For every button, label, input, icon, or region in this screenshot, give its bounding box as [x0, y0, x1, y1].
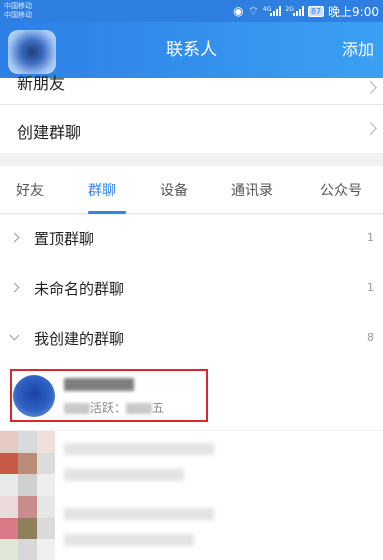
- group-section-created-by-me[interactable]: 我创建的群聊 8: [0, 315, 383, 363]
- wifi-icon: ⌔: [247, 3, 259, 18]
- tab-group-chats[interactable]: 群聊: [88, 180, 116, 200]
- carrier-label: 中国移动: [4, 2, 32, 10]
- redacted-text: [64, 508, 214, 520]
- group-sections: 置顶群聊 1 未命名的群聊 1 我创建的群聊 8: [0, 215, 383, 370]
- create-group-chat-label: 创建群聊: [17, 123, 82, 142]
- tab-friends[interactable]: 好友: [16, 180, 44, 200]
- group-section-label: 置顶群聊: [34, 230, 95, 248]
- tab-official-accounts[interactable]: 公众号: [320, 180, 362, 200]
- redacted-text: [64, 534, 194, 546]
- carrier-label-2: 中国移动: [4, 11, 32, 19]
- list-item[interactable]: [0, 431, 383, 496]
- tab-address-book[interactable]: 通讯录: [231, 180, 273, 200]
- new-friends-item[interactable]: 新朋友: [0, 74, 383, 104]
- redacted-text: [64, 443, 214, 455]
- group-count: 8: [367, 331, 374, 344]
- chevron-right-icon: [9, 232, 20, 243]
- chevron-right-icon: [364, 122, 377, 135]
- contact-tabs: 好友 群聊 设备 通讯录 公众号: [0, 166, 383, 214]
- chevron-down-icon: [9, 330, 20, 341]
- clock: 晚上9:00: [328, 4, 379, 19]
- new-friends-label: 新朋友: [17, 74, 66, 93]
- redacted-text: [64, 469, 184, 481]
- group-section-unnamed[interactable]: 未命名的群聊 1: [0, 265, 383, 313]
- status-bar: 中国移动 中国移动 ◉ ⌔ 4G 2G 87 晚上9:00: [0, 0, 383, 22]
- tab-devices[interactable]: 设备: [160, 180, 188, 200]
- group-count: 1: [367, 231, 374, 244]
- group-avatar: [0, 496, 55, 560]
- add-button[interactable]: 添加: [342, 22, 374, 78]
- list-item[interactable]: [0, 496, 383, 560]
- group-section-label: 未命名的群聊: [34, 280, 125, 298]
- group-count: 1: [367, 281, 374, 294]
- eye-icon: ◉: [233, 4, 244, 18]
- chevron-right-icon: [9, 282, 20, 293]
- group-section-pinned[interactable]: 置顶群聊 1: [0, 215, 383, 263]
- group-section-label: 我创建的群聊: [34, 330, 125, 348]
- chevron-right-icon: [364, 81, 377, 94]
- signal-icon-2: 2G: [285, 6, 304, 16]
- group-avatar: [0, 431, 55, 496]
- highlight-box: [10, 369, 208, 422]
- signal-icon: 4G: [263, 6, 282, 16]
- battery-icon: 87: [307, 5, 325, 17]
- status-icons: ◉ ⌔ 4G 2G 87 晚上9:00: [233, 3, 379, 19]
- create-group-chat-item[interactable]: 创建群聊: [0, 105, 383, 153]
- active-tab-indicator: [88, 211, 126, 214]
